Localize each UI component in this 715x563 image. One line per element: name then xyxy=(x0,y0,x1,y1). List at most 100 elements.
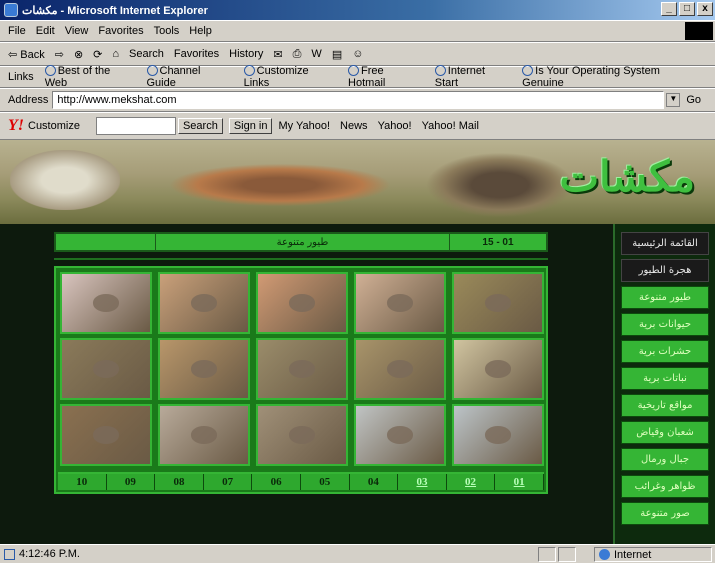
nav-item[interactable]: هجرة الطيور xyxy=(621,259,709,282)
bird-image xyxy=(386,360,414,378)
customize-button[interactable]: Customize xyxy=(28,120,80,132)
links-label: Links xyxy=(8,71,34,83)
news-button[interactable]: News xyxy=(340,120,368,132)
bird-image xyxy=(190,360,218,378)
photo-thumbnail[interactable] xyxy=(256,338,348,400)
photo-thumbnail[interactable] xyxy=(158,272,250,334)
photo-thumbnail[interactable] xyxy=(60,272,152,334)
nav-item[interactable]: جبال ورمال xyxy=(621,448,709,471)
print-icon[interactable]: ⎙ xyxy=(293,48,302,61)
link-label: Is Your Operating System Genuine xyxy=(522,65,660,89)
back-button[interactable]: ⇦ Back xyxy=(8,48,45,61)
yahoo-logo-icon[interactable]: Y! xyxy=(8,117,24,135)
menu-tools[interactable]: Tools xyxy=(154,25,180,37)
link-genuine[interactable]: Is Your Operating System Genuine xyxy=(522,65,704,89)
yahoo-mail-button[interactable]: Yahoo! Mail xyxy=(422,120,479,132)
photo-thumbnail[interactable] xyxy=(60,338,152,400)
photo-thumbnail[interactable] xyxy=(256,272,348,334)
menu-favorites[interactable]: Favorites xyxy=(98,25,143,37)
page-link-06[interactable]: 06 xyxy=(252,474,301,490)
bird-image xyxy=(92,294,120,312)
ie-page-icon xyxy=(348,65,360,76)
site-banner: مكشات xyxy=(0,140,715,224)
range-label: 15 - 01 xyxy=(482,236,514,248)
yahoo-toolbar: Y! Customize Search Sign in My Yahoo! Ne… xyxy=(0,112,715,140)
ie-page-icon xyxy=(146,65,158,76)
photo-thumbnail[interactable] xyxy=(158,404,250,466)
photo-thumbnail[interactable] xyxy=(60,404,152,466)
mail-icon[interactable]: ✉ xyxy=(273,48,282,61)
gallery-header: طيور متنوعة 15 - 01 xyxy=(54,232,548,252)
page-link-04[interactable]: 04 xyxy=(349,474,399,490)
photo-thumbnail[interactable] xyxy=(354,404,446,466)
site-logo[interactable]: مكشات xyxy=(560,152,696,201)
nav-item[interactable]: شعبان وقياض xyxy=(621,421,709,444)
nav-item[interactable]: حيوانات برية xyxy=(621,313,709,336)
history-button[interactable]: History xyxy=(229,48,263,60)
stop-icon[interactable]: ⊗ xyxy=(74,48,83,61)
minimize-button[interactable]: _ xyxy=(661,2,677,16)
nav-item[interactable]: نباتات برية xyxy=(621,367,709,390)
page-content: مكشات طيور متنوعة 15 - 01 10 09 08 07 06 05 04… xyxy=(0,140,715,544)
yahoo-search-input[interactable] xyxy=(95,117,176,135)
page-link-03[interactable]: 03 xyxy=(398,474,447,490)
menu-bar: File Edit View Favorites Tools Help xyxy=(0,20,715,42)
nav-item[interactable]: مواقع تاريخية xyxy=(621,394,709,417)
bird-image xyxy=(92,360,120,378)
bird-image xyxy=(386,426,414,444)
photo-thumbnail[interactable] xyxy=(256,404,348,466)
maximize-button[interactable]: □ xyxy=(679,2,695,16)
refresh-icon[interactable]: ⟳ xyxy=(93,48,102,61)
photo-thumbnail[interactable] xyxy=(452,404,544,466)
link-channel-guide[interactable]: Channel Guide xyxy=(146,65,233,89)
link-internet-start[interactable]: Internet Start xyxy=(434,65,511,89)
discuss-icon[interactable]: ▤ xyxy=(332,48,342,61)
yahoo-button[interactable]: Yahoo! xyxy=(378,120,412,132)
go-button[interactable]: Go xyxy=(686,94,701,106)
home-icon[interactable]: ⌂ xyxy=(112,48,119,60)
globe-icon xyxy=(599,549,610,560)
search-button[interactable]: Search xyxy=(129,48,164,60)
favorites-button[interactable]: Favorites xyxy=(174,48,219,60)
edit-icon[interactable]: W xyxy=(311,48,321,60)
menu-view[interactable]: View xyxy=(65,25,89,37)
page-link-07[interactable]: 07 xyxy=(203,474,253,490)
nav-item[interactable]: طيور متنوعة xyxy=(621,286,709,309)
page-link-02[interactable]: 02 xyxy=(446,474,496,490)
page-link-09[interactable]: 09 xyxy=(106,474,156,490)
photo-thumbnail[interactable] xyxy=(452,338,544,400)
photo-thumbnail[interactable] xyxy=(452,272,544,334)
menu-edit[interactable]: Edit xyxy=(36,25,55,37)
bird-image xyxy=(484,294,512,312)
my-yahoo-button[interactable]: My Yahoo! xyxy=(278,120,330,132)
header-blank xyxy=(56,234,156,250)
sign-in-button[interactable]: Sign in xyxy=(228,118,273,134)
ie-page-icon xyxy=(4,548,15,560)
link-free-hotmail[interactable]: Free Hotmail xyxy=(348,65,424,89)
address-dropdown-icon[interactable]: ▼ xyxy=(666,93,681,107)
pagination: 10 09 08 07 06 05 04 03 02 01 xyxy=(58,472,544,490)
link-customize-links[interactable]: Customize Links xyxy=(243,65,337,89)
side-navigation: القائمة الرئيسية هجرة الطيور طيور متنوعة حي… xyxy=(613,224,715,544)
photo-thumbnail[interactable] xyxy=(158,338,250,400)
page-link-10[interactable]: 10 xyxy=(58,474,107,490)
yahoo-search-button[interactable]: Search xyxy=(177,118,223,134)
nav-item[interactable]: القائمة الرئيسية xyxy=(621,232,709,255)
photo-thumbnail[interactable] xyxy=(354,272,446,334)
page-link-05[interactable]: 05 xyxy=(300,474,350,490)
forward-button[interactable]: ⇨ xyxy=(55,48,64,61)
bird-image xyxy=(190,294,218,312)
address-input[interactable]: http://www.mekshat.com xyxy=(52,91,665,109)
menu-help[interactable]: Help xyxy=(189,25,212,37)
nav-item[interactable]: حشرات برية xyxy=(621,340,709,363)
close-button[interactable]: x xyxy=(697,2,713,16)
link-best-of-web[interactable]: Best of the Web xyxy=(44,65,136,89)
page-link-08[interactable]: 08 xyxy=(155,474,204,490)
photo-thumbnail[interactable] xyxy=(354,338,446,400)
nav-item[interactable]: صور متنوعة xyxy=(621,502,709,525)
menu-file[interactable]: File xyxy=(8,25,26,37)
nav-item[interactable]: ظواهر وغرائب xyxy=(621,475,709,498)
messenger-icon[interactable]: ☺ xyxy=(352,48,363,60)
page-link-01[interactable]: 01 xyxy=(495,474,544,490)
links-bar: Links Best of the Web Channel Guide Cust… xyxy=(0,65,715,89)
